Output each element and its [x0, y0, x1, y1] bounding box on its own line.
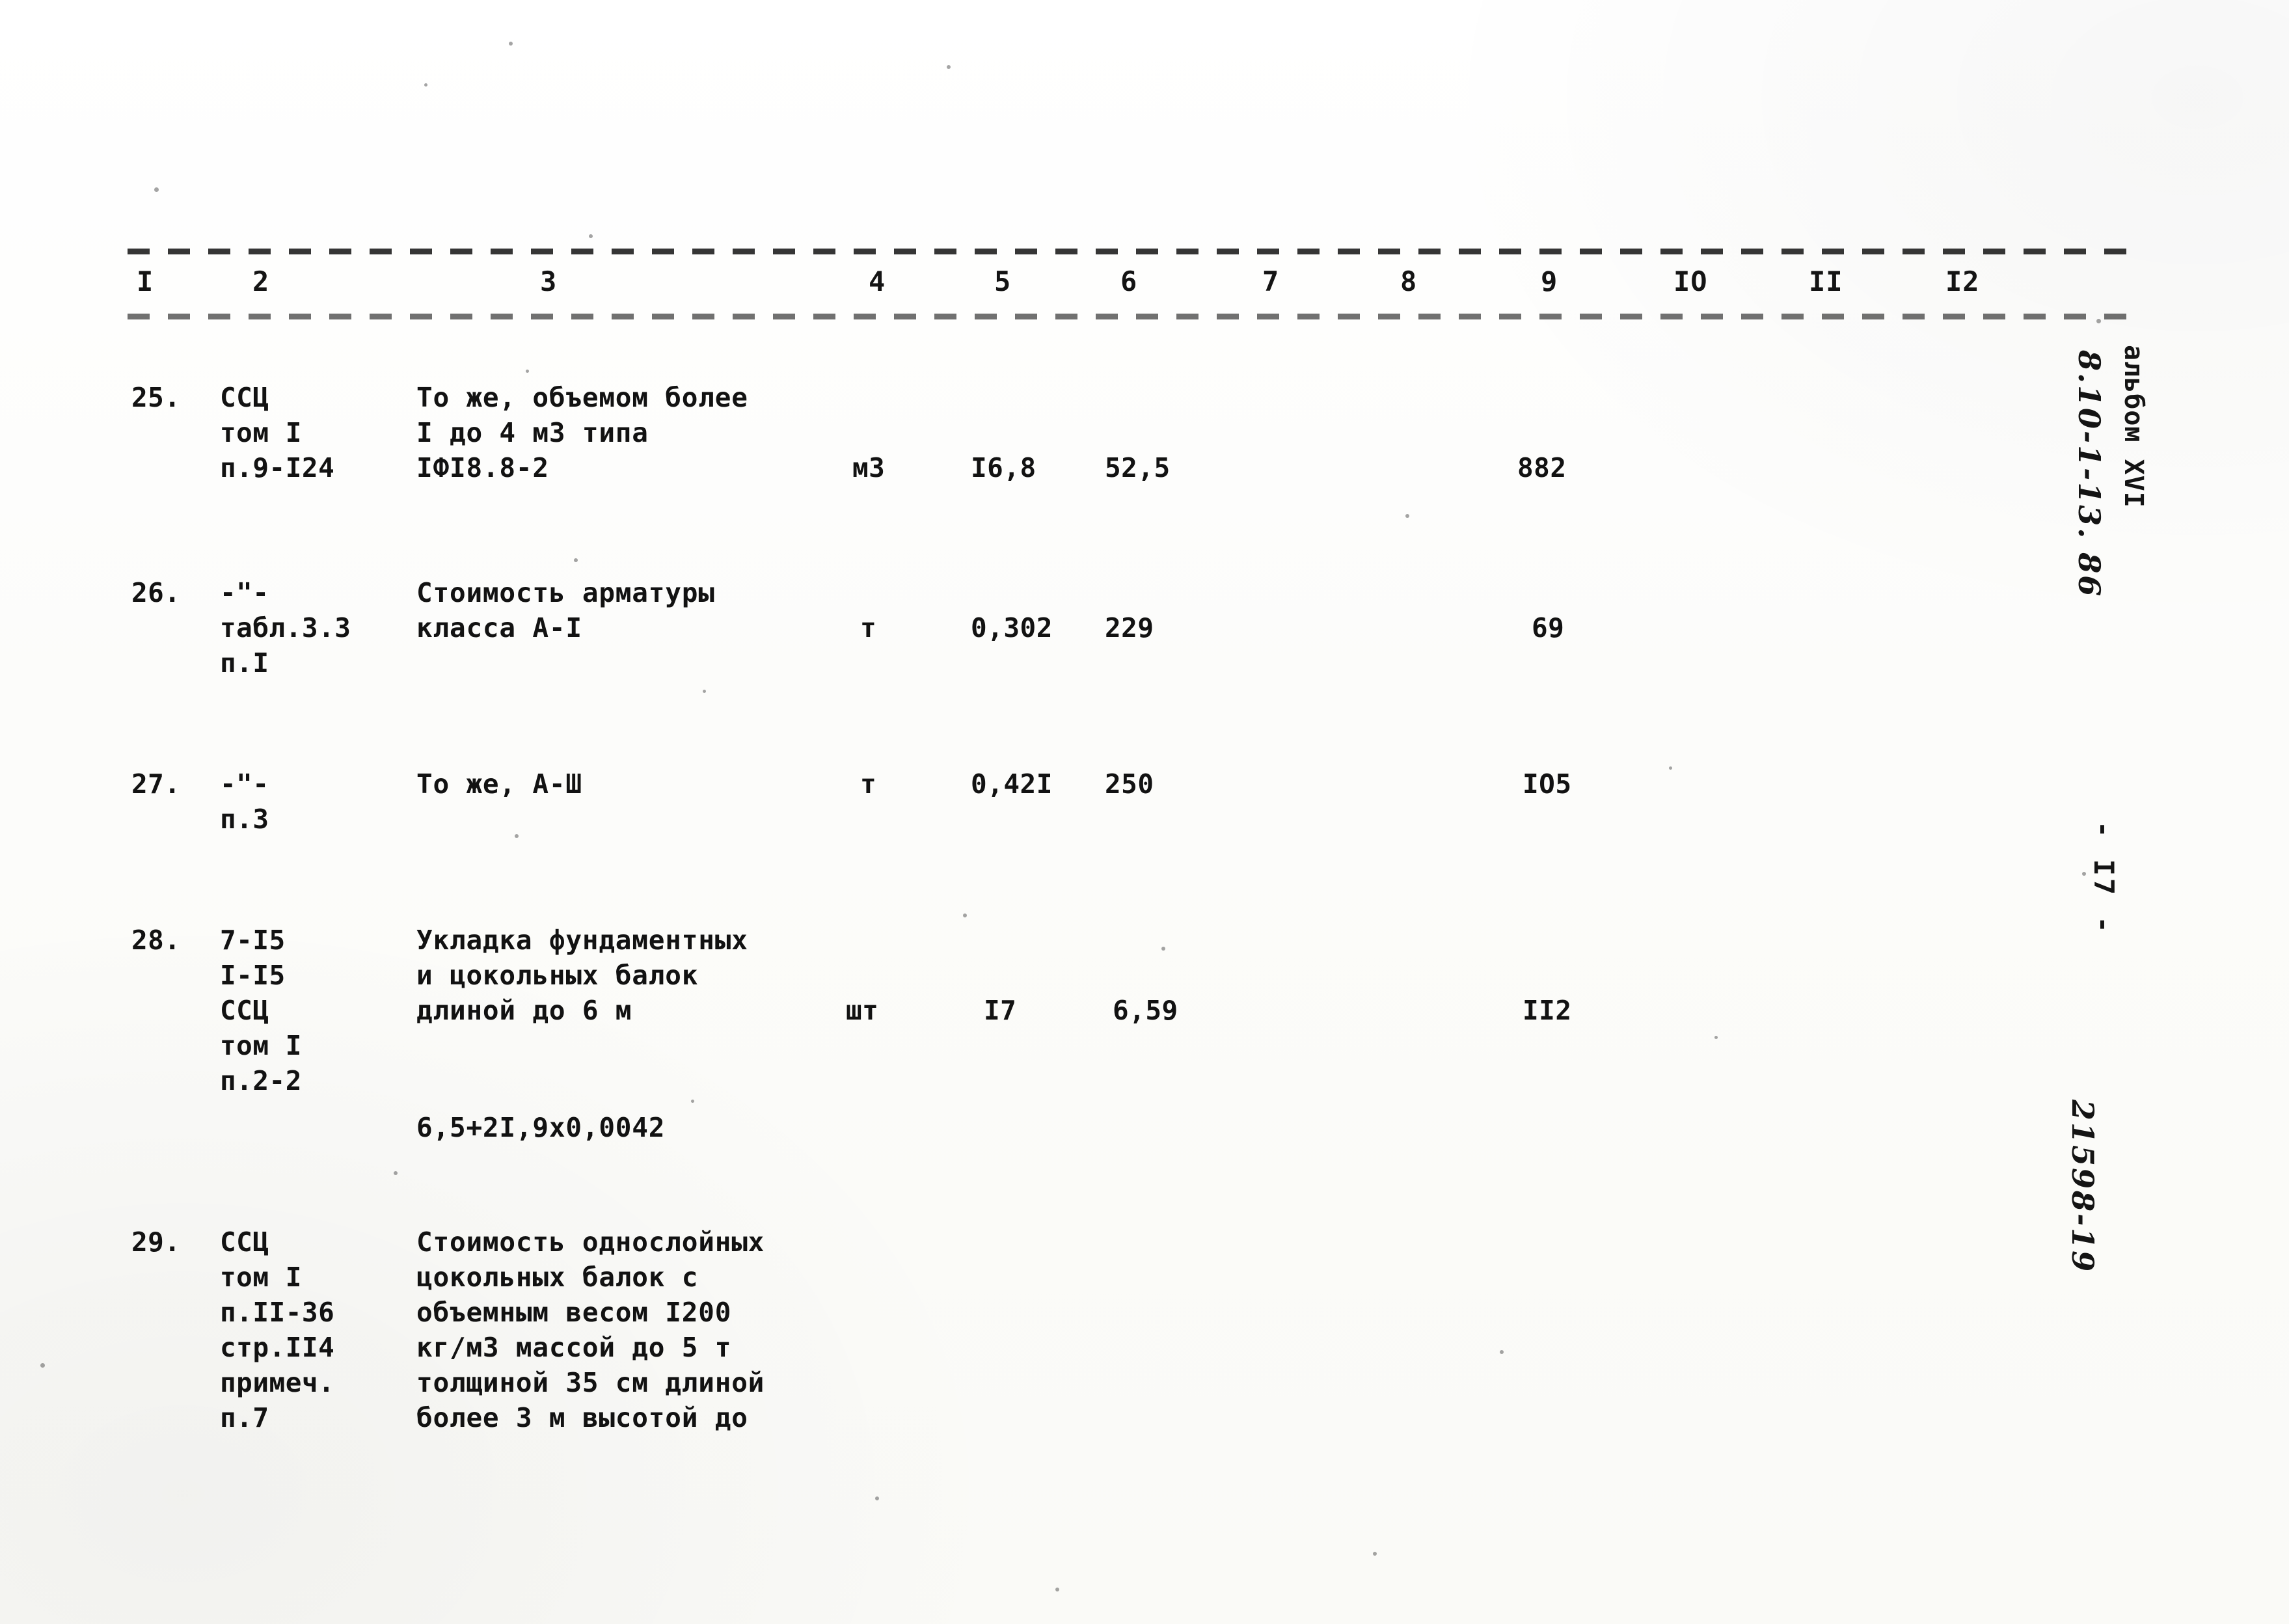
column-number-10: IO: [1673, 265, 1708, 297]
row-code-line: п.II-36: [220, 1297, 335, 1328]
scanned-page: I 2 3 4 5 6 7 8 9 IO II I2 25. ССЦ том I…: [0, 0, 2289, 1624]
row-quantity: 0,42I: [971, 768, 1053, 800]
row-code-line: стр.II4: [220, 1332, 335, 1363]
row-description-line: класса А-I: [416, 612, 582, 643]
row-total: II2: [1523, 995, 1572, 1026]
row-code-line: п.7: [220, 1402, 269, 1433]
row-total: 882: [1517, 452, 1567, 483]
column-number-1: I: [137, 265, 154, 297]
row-code-line: ССЦ: [220, 995, 269, 1026]
column-number-5: 5: [994, 265, 1012, 297]
column-number-2: 2: [252, 265, 270, 297]
table-header-divider: [128, 314, 2135, 319]
row-price: 52,5: [1105, 452, 1171, 483]
row-unit: шт: [846, 995, 879, 1026]
row-description-line: цокольных балок с: [416, 1262, 699, 1293]
row-description-line: То же, объемом более: [416, 382, 748, 413]
row-code-line: п.3: [220, 804, 269, 835]
row-description-line: более 3 м высотой до: [416, 1402, 748, 1433]
row-description-line: То же, А-Ш: [416, 768, 582, 800]
row-number: 27.: [131, 768, 181, 800]
row-code-line: -"-: [220, 577, 269, 608]
row-number: 26.: [131, 577, 181, 608]
row-code-line: п.9-I24: [220, 452, 335, 483]
row-code-line: -"-: [220, 768, 269, 800]
estimate-table: I 2 3 4 5 6 7 8 9 IO II I2 25. ССЦ том I…: [0, 0, 2289, 1624]
row-price: 6,59: [1113, 995, 1178, 1026]
row-code-line: том I: [220, 417, 302, 448]
row-code-line: п.I: [220, 647, 269, 679]
row-unit: т: [860, 612, 877, 643]
row-description-line: длиной до 6 м: [416, 995, 632, 1026]
row-description-line: толщиной 35 см длиной: [416, 1367, 765, 1398]
row-code-line: том I: [220, 1262, 302, 1293]
album-label: альбом XVI: [2119, 345, 2148, 508]
row-unit: м3: [852, 452, 886, 483]
row-quantity: I7: [984, 995, 1017, 1026]
column-number-3: 3: [540, 265, 558, 297]
row-description-line: Стоимость однослойных: [416, 1226, 765, 1258]
archive-number-handwritten: 21598-19: [2065, 1100, 2100, 1274]
row-price: 250: [1105, 768, 1154, 800]
column-number-8: 8: [1400, 265, 1418, 297]
row-code-line: том I: [220, 1030, 302, 1061]
row-code-line: примеч.: [220, 1367, 335, 1398]
column-number-11: II: [1809, 265, 1843, 297]
row-code-line: ССЦ: [220, 1226, 269, 1258]
album-code-handwritten: 8.10-1-13. 86: [2072, 350, 2107, 599]
row-description-line: Укладка фундаментных: [416, 925, 748, 956]
column-number-9: 9: [1541, 265, 1558, 297]
row-code-line: 7-I5: [220, 925, 286, 956]
row-price: 229: [1105, 612, 1154, 643]
row-description-line: Стоимость арматуры: [416, 577, 715, 608]
column-number-12: I2: [1945, 265, 1980, 297]
column-number-4: 4: [869, 265, 886, 297]
row-description-line: IФI8.8-2: [416, 452, 549, 483]
row-total: 69: [1532, 612, 1565, 643]
row-code-line: п.2-2: [220, 1065, 302, 1096]
row-code-line: I-I5: [220, 960, 286, 991]
row-total: IO5: [1523, 768, 1572, 800]
row-description-line: и цокольных балок: [416, 960, 699, 991]
row-calculation-formula: 6,5+2I,9х0,0042: [416, 1112, 666, 1143]
row-number: 28.: [131, 925, 181, 956]
row-number: 25.: [131, 382, 181, 413]
row-description-line: объемным весом I200: [416, 1297, 732, 1328]
row-number: 29.: [131, 1226, 181, 1258]
page-number: - I7 -: [2088, 821, 2120, 936]
row-unit: т: [860, 768, 877, 800]
row-code-line: ССЦ: [220, 382, 269, 413]
column-number-6: 6: [1120, 265, 1138, 297]
row-description-line: кг/м3 массой до 5 т: [416, 1332, 732, 1363]
row-quantity: 0,302: [971, 612, 1053, 643]
row-quantity: I6,8: [971, 452, 1036, 483]
column-number-7: 7: [1262, 265, 1280, 297]
row-code-line: табл.3.3: [220, 612, 351, 643]
table-top-divider: [128, 249, 2135, 254]
row-description-line: I до 4 м3 типа: [416, 417, 649, 448]
